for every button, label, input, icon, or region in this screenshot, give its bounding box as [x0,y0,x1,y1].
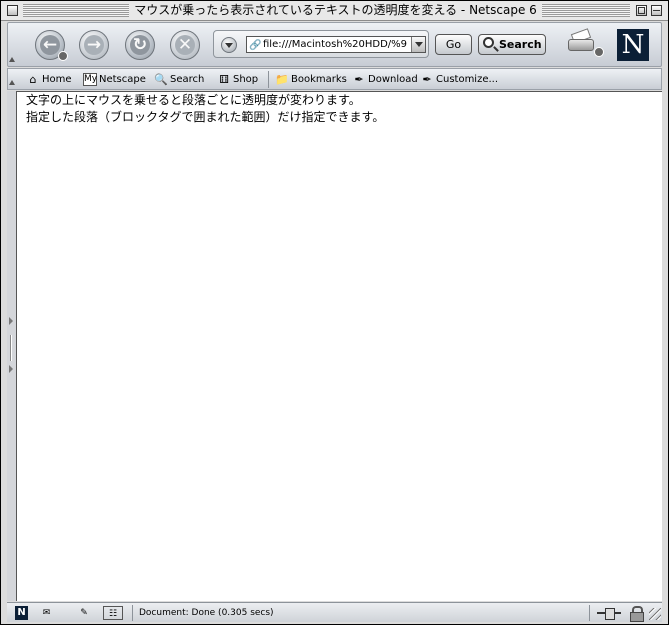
toolbar-separator [268,71,269,88]
reload-button[interactable]: ↻ [125,30,155,60]
print-dropdown-icon[interactable] [594,47,604,57]
stop-icon: ✕ [175,35,195,55]
back-arrow-icon: ← [40,35,60,55]
home-icon: ⌂ [29,73,37,86]
my-netscape-label: Netscape [99,74,146,85]
shop-icon: ⚅ [219,73,229,86]
customize-label: Customize... [436,74,499,85]
collapse-box-icon[interactable] [651,5,662,16]
compose-icon[interactable]: ✎ [73,606,95,620]
url-bar: 🔗 file:///Macintosh%20HDD/%9 [213,30,429,58]
sidebar-grippy[interactable] [7,91,16,601]
resize-grip-icon[interactable] [649,608,661,620]
forward-arrow-icon: → [84,35,104,55]
status-separator [132,605,133,621]
page-icon: 🔗 [249,40,262,51]
mail-icon[interactable]: ✉ [38,606,55,620]
shop-label: Shop [233,74,259,85]
navigation-toolbar: ← → ↻ ✕ 🔗 file:///Macintosh%20HDD/%9 Go … [7,22,662,67]
bookmarks-label: Bookmarks [291,74,347,85]
home-label: Home [42,74,72,85]
folder-icon: 📁 [275,73,289,86]
back-button[interactable]: ← [35,30,68,61]
bookmark-icon: ✒ [422,73,432,86]
home-button[interactable]: ⌂ Home [26,72,72,88]
title-bar-stripes [23,4,129,17]
sidebar-expand-arrow-icon [8,365,14,373]
reload-icon: ↻ [130,35,150,55]
bookmark-icon: ✒ [354,73,364,86]
customize-link[interactable]: ✒ Customize... [420,72,498,88]
browser-window: マウスが乗ったら表示されているテキストの透明度を変える - Netscape 6… [0,0,669,625]
paragraph: 指定した段落（ブロックタグで囲まれた範囲）だけ指定できます。 [26,110,385,124]
url-history-dropdown-icon[interactable] [411,37,425,52]
search-link[interactable]: 🔍 Search [154,72,204,88]
search-button[interactable]: Search [478,34,546,55]
online-status-icon[interactable] [595,606,623,620]
print-button[interactable] [566,28,606,61]
my-badge-icon: My [83,73,98,86]
printer-icon [568,39,594,51]
status-text: Document: Done (0.305 secs) [139,608,274,618]
back-history-dropdown-icon[interactable] [58,51,68,61]
security-lock-icon[interactable] [629,606,644,622]
zoom-box-icon[interactable] [636,5,647,16]
forward-button[interactable]: → [79,30,109,60]
shop-link[interactable]: ⚅ Shop [217,72,258,88]
sidebar-grip-line [10,335,12,361]
window-title: マウスが乗ったら表示されているテキストの透明度を変える - Netscape 6 [129,3,542,18]
search-link-label: Search [170,74,205,85]
netscape-n-icon[interactable]: N [15,606,28,620]
stop-button[interactable]: ✕ [170,30,200,60]
download-link[interactable]: ✒ Download [352,72,418,88]
url-text: file:///Macintosh%20HDD/%9 [263,39,408,50]
toolbar-grip[interactable] [8,69,16,89]
sidebar-expand-arrow-icon [8,317,14,325]
title-bar[interactable]: マウスが乗ったら表示されているテキストの透明度を変える - Netscape 6 [1,1,668,21]
page-content: 文字の上にマウスを乗せると段落ごとに透明度が変わります。 指定した段落（ブロック… [16,91,662,601]
go-button[interactable]: Go [435,34,472,55]
netscape-logo[interactable]: N [617,29,649,61]
status-separator [589,605,590,621]
bookmarks-button[interactable]: 📁 Bookmarks [275,72,347,88]
url-input[interactable]: 🔗 file:///Macintosh%20HDD/%9 [246,36,426,53]
personal-toolbar: ⌂ Home My Netscape 🔍 Search ⚅ Shop 📁 Boo… [7,68,662,90]
my-netscape-button[interactable]: My Netscape [83,72,146,88]
download-label: Download [368,74,418,85]
paragraph: 文字の上にマウスを乗せると段落ごとに透明度が変わります。 [26,93,361,107]
close-box-icon[interactable] [7,5,18,16]
search-button-label: Search [499,38,542,51]
sidebar-dropdown-icon[interactable] [221,37,237,53]
magnifier-icon [483,37,494,48]
address-book-icon[interactable]: ☷ [103,606,123,620]
status-bar: N ✉ ✎ ☷ Document: Done (0.305 secs) [7,602,662,622]
toolbar-grip[interactable] [8,23,16,66]
title-bar-stripes [542,4,630,17]
search-icon: 🔍 [154,73,168,86]
